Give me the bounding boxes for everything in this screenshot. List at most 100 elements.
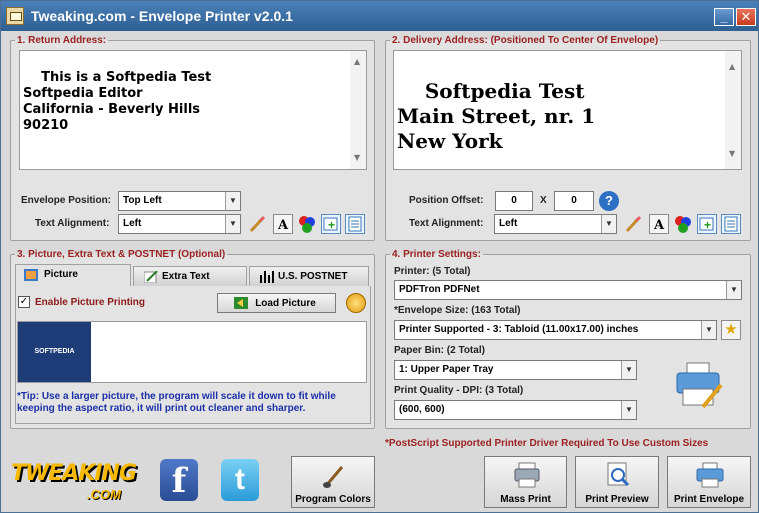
delivery-list-button[interactable] — [721, 214, 741, 234]
title-bar: Tweaking.com - Envelope Printer v2.0.1 _… — [1, 1, 758, 31]
return-address-scrollbar[interactable]: ▲ ▼ — [350, 51, 366, 169]
facebook-icon[interactable]: f — [160, 459, 198, 501]
print-quality-value: (600, 600) — [399, 404, 445, 415]
load-picture-button[interactable]: Load Picture — [217, 293, 336, 313]
return-text-alignment-value: Left — [123, 218, 142, 229]
magnifier-document-icon — [607, 462, 630, 487]
return-text-alignment-select[interactable]: Left ▼ — [118, 214, 241, 234]
postscript-footnote: *PostScript Supported Printer Driver Req… — [385, 438, 709, 449]
print-quality-label: Print Quality - DPI: (3 Total) — [394, 385, 524, 396]
picture-preview: SOFTPEDIA — [17, 321, 367, 383]
print-envelope-button[interactable]: Print Envelope — [667, 456, 751, 508]
offset-separator: X — [540, 195, 547, 206]
chevron-down-icon: ▼ — [621, 401, 636, 419]
offset-y-input[interactable]: 0 — [554, 191, 594, 211]
note-pencil-icon — [144, 271, 158, 283]
printer-pen-icon — [676, 362, 723, 409]
barcode-icon — [260, 271, 274, 283]
printer-label: Printer: (5 Total) — [394, 266, 471, 277]
delivery-address-textarea[interactable]: Softpedia Test Main Street, nr. 1 New Yo… — [393, 50, 742, 170]
chevron-down-icon: ▼ — [726, 281, 741, 299]
envelope-position-value: Top Left — [123, 195, 162, 206]
picture-tip-text: *Tip: Use a larger picture, the program … — [17, 391, 336, 414]
delivery-text-alignment-value: Left — [499, 218, 518, 229]
return-insert-button[interactable]: + — [321, 214, 341, 234]
color-circles-icon — [299, 216, 315, 233]
envelope-app-icon — [6, 7, 24, 25]
print-envelope-label: Print Envelope — [673, 494, 744, 505]
font-icon: A — [653, 218, 665, 233]
brush-icon — [249, 215, 266, 233]
tab-postnet[interactable]: U.S. POSTNET — [249, 266, 369, 287]
minimize-button[interactable]: _ — [714, 8, 734, 26]
print-preview-label: Print Preview — [585, 494, 649, 505]
tweaking-logo[interactable]: TWEAKING .COM — [11, 459, 137, 505]
stacked-printers-icon — [514, 462, 540, 488]
tab-extra-text[interactable]: Extra Text — [133, 266, 247, 287]
return-text-alignment-label: Text Alignment: — [35, 218, 110, 229]
help-icon[interactable]: ? — [599, 191, 619, 211]
tab-picture[interactable]: Picture — [15, 264, 131, 287]
svg-text:+: + — [704, 218, 711, 232]
chevron-down-icon: ▼ — [621, 361, 636, 379]
chevron-down-icon: ▼ — [701, 321, 716, 339]
return-list-button[interactable] — [345, 214, 365, 234]
delivery-font-button[interactable]: A — [649, 214, 669, 234]
delivery-clear-brush-button[interactable] — [623, 214, 643, 234]
svg-text:A: A — [653, 218, 665, 233]
list-icon — [724, 216, 738, 232]
return-address-textarea[interactable]: This is a Softpedia Test Softpedia Edito… — [19, 50, 367, 170]
paper-bin-value: 1: Upper Paper Tray — [399, 364, 494, 375]
delivery-color-button[interactable] — [673, 214, 693, 234]
star-icon[interactable]: ★ — [721, 320, 741, 340]
position-offset-label: Position Offset: — [409, 195, 484, 206]
printer-value: PDFTron PDFNet — [399, 284, 480, 295]
envelope-size-select[interactable]: Printer Supported - 3: Tabloid (11.00x17… — [394, 320, 717, 340]
delivery-address-legend: 2. Delivery Address: (Positioned To Cent… — [392, 35, 659, 46]
return-address-text: This is a Softpedia Test Softpedia Edito… — [23, 70, 212, 133]
offset-x-input[interactable]: 0 — [495, 191, 533, 211]
tab-postnet-label: U.S. POSTNET — [278, 271, 348, 282]
mass-print-label: Mass Print — [500, 494, 551, 505]
delivery-text-alignment-label: Text Alignment: — [409, 218, 484, 229]
program-colors-button[interactable]: Program Colors — [291, 456, 375, 508]
program-colors-label: Program Colors — [295, 494, 371, 505]
picture-icon — [24, 269, 38, 281]
mass-print-button[interactable]: Mass Print — [484, 456, 567, 508]
delivery-address-text: Softpedia Test Main Street, nr. 1 New Yo… — [397, 79, 596, 153]
paper-bin-label: Paper Bin: (2 Total) — [394, 345, 485, 356]
envelope-printer-window: Tweaking.com - Envelope Printer v2.0.1 _… — [0, 0, 759, 513]
add-text-icon: + — [323, 217, 338, 232]
paintbrush-icon — [323, 466, 344, 488]
envelope-position-select[interactable]: Top Left ▼ — [118, 191, 241, 211]
delivery-address-scrollbar[interactable]: ▲ ▼ — [725, 51, 741, 169]
softpedia-logo-image: SOFTPEDIA — [18, 322, 91, 382]
delivery-text-alignment-select[interactable]: Left ▼ — [494, 214, 617, 234]
return-address-legend: 1. Return Address: — [17, 35, 107, 46]
printer-icon — [696, 462, 724, 488]
paper-bin-select[interactable]: 1: Upper Paper Tray ▼ — [394, 360, 637, 380]
print-preview-button[interactable]: Print Preview — [575, 456, 659, 508]
logo-sub-text: .COM — [87, 487, 121, 502]
settings-gear-icon[interactable] — [346, 293, 366, 313]
load-image-icon — [234, 297, 248, 309]
return-color-button[interactable] — [297, 214, 317, 234]
svg-text:A: A — [277, 218, 289, 233]
printer-select[interactable]: PDFTron PDFNet ▼ — [394, 280, 742, 300]
enable-picture-checkbox[interactable]: ✓ — [18, 296, 30, 308]
twitter-icon[interactable]: t — [221, 459, 259, 501]
load-picture-label: Load Picture — [255, 298, 316, 309]
delivery-insert-button[interactable]: + — [697, 214, 717, 234]
close-button[interactable]: ✕ — [736, 8, 756, 26]
font-icon: A — [277, 218, 289, 233]
color-circles-icon — [675, 216, 691, 233]
return-font-button[interactable]: A — [273, 214, 293, 234]
return-clear-brush-button[interactable] — [247, 214, 267, 234]
tab-picture-label: Picture — [44, 269, 78, 280]
envelope-size-value: Printer Supported - 3: Tabloid (11.00x17… — [399, 324, 639, 335]
print-quality-select[interactable]: (600, 600) ▼ — [394, 400, 637, 420]
picture-legend: 3. Picture, Extra Text & POSTNET (Option… — [17, 249, 226, 260]
list-icon — [348, 216, 362, 232]
chevron-down-icon: ▼ — [225, 192, 240, 210]
window-title: Tweaking.com - Envelope Printer v2.0.1 — [31, 8, 293, 24]
